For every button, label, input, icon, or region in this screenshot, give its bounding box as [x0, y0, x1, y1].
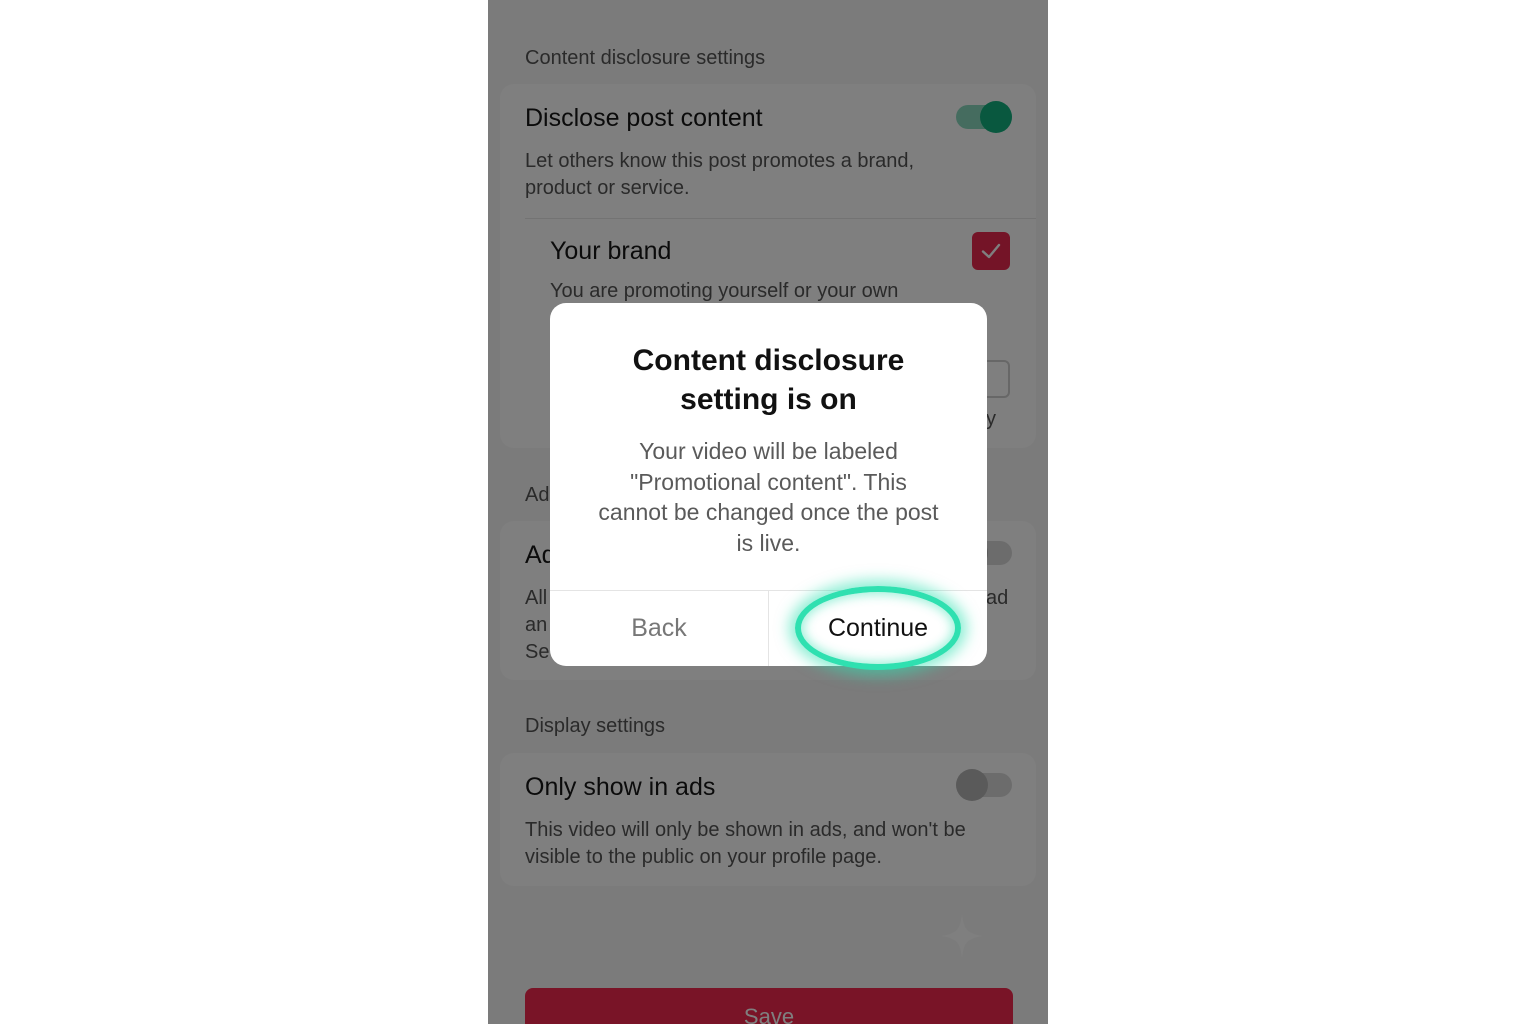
continue-button[interactable]: Continue	[769, 591, 987, 666]
back-button[interactable]: Back	[550, 591, 769, 666]
dialog-actions: Back Continue	[550, 590, 987, 666]
dialog-body: Your video will be labeled "Promotional …	[598, 438, 939, 556]
dialog-title: Content disclosure setting is on	[632, 344, 905, 416]
content-disclosure-dialog: Content disclosure setting is on Your vi…	[550, 303, 987, 666]
